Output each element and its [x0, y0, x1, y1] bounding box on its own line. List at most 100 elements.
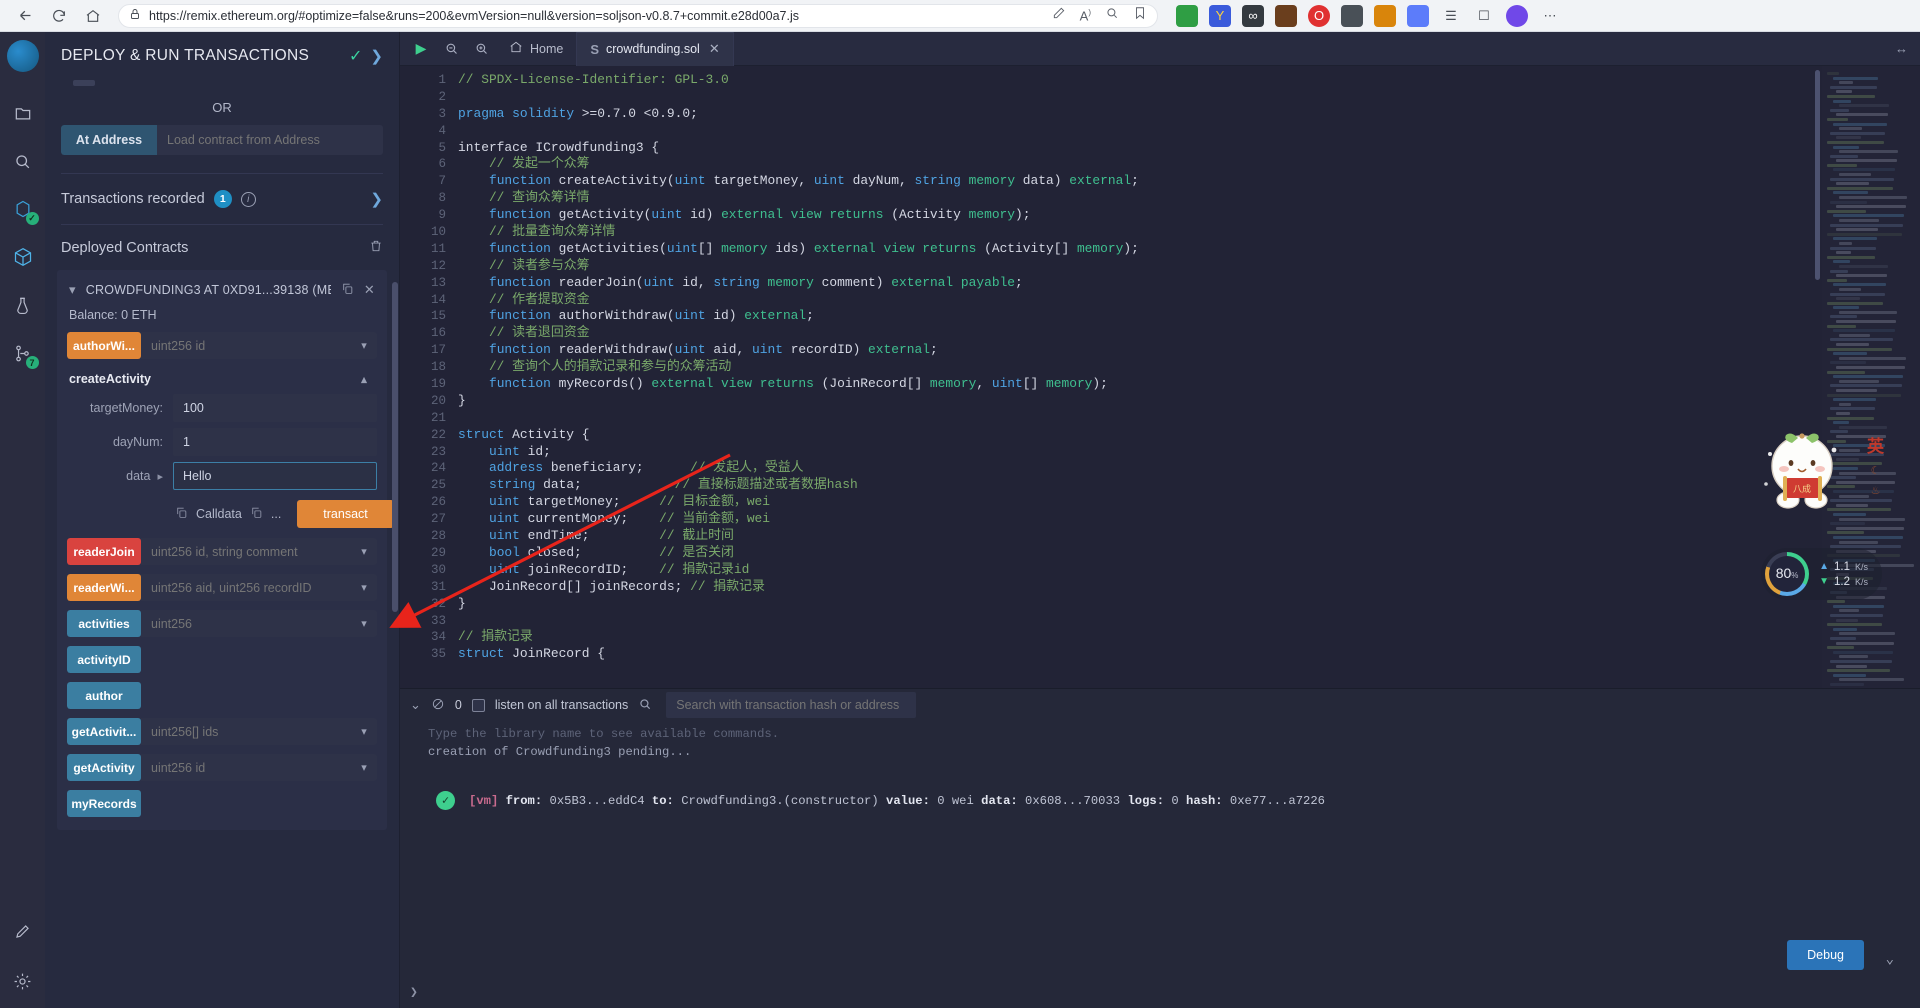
transaction-log-row[interactable]: ✓ [vm] from: 0x5B3...eddC4 to: Crowdfund… — [428, 791, 1920, 810]
copy-icon[interactable] — [341, 282, 354, 298]
code-line[interactable]: pragma solidity >=0.7.0 <0.9.0; — [458, 106, 1920, 123]
function-input-getactivity[interactable] — [141, 754, 351, 781]
function-button-myrecords[interactable]: myRecords — [67, 790, 141, 817]
code-line[interactable]: function getActivities(uint[] memory ids… — [458, 241, 1920, 258]
tab-home[interactable]: Home — [496, 32, 576, 66]
code-line[interactable]: // 读者参与众筹 — [458, 258, 1920, 275]
function-button-getactivities[interactable]: getActivit... — [67, 718, 141, 745]
solidity-compiler-icon[interactable]: ✓ — [10, 196, 39, 225]
function-button-author[interactable]: author — [67, 682, 141, 709]
deploy-run-icon[interactable] — [10, 244, 36, 270]
code-line[interactable]: function readerWithdraw(uint aid, uint r… — [458, 342, 1920, 359]
code-line[interactable]: bool closed; // 是否关闭 — [458, 545, 1920, 562]
code-line[interactable]: function authorWithdraw(uint id) externa… — [458, 308, 1920, 325]
extension-icon-3[interactable]: ∞ — [1242, 4, 1264, 27]
function-input-activities[interactable] — [141, 610, 351, 637]
back-arrow-icon[interactable] — [10, 3, 40, 29]
field-input-data[interactable] — [173, 462, 377, 490]
extension-icon-2[interactable]: Y — [1209, 4, 1231, 27]
code-line[interactable]: struct Activity { — [458, 427, 1920, 444]
zoom-icon[interactable] — [1105, 6, 1119, 25]
at-address-button[interactable]: At Address — [61, 125, 157, 155]
chevron-right-icon[interactable]: ❯ — [370, 190, 383, 208]
chevron-right-icon[interactable]: ❯ — [370, 47, 383, 65]
extension-icon-7[interactable] — [1374, 4, 1396, 27]
chevron-down-icon[interactable]: ▾ — [351, 610, 377, 637]
code-editor[interactable]: 1 2 3 4 5 6 7 8 9 10 11 12 13 14 15 16 17 18 19 20 21 22 23 24 2… — [400, 66, 1920, 688]
function-button-readerjoin[interactable]: readerJoin — [67, 538, 141, 565]
favorite-icon[interactable] — [1133, 6, 1147, 25]
code-line[interactable]: // 批量查询众筹详情 — [458, 224, 1920, 241]
code-line[interactable] — [458, 123, 1920, 140]
zoom-in-icon[interactable] — [466, 34, 496, 64]
code-line[interactable]: function getActivity(uint id) external v… — [458, 207, 1920, 224]
field-input-targetmoney[interactable] — [173, 394, 377, 422]
load-contract-address-input[interactable] — [157, 125, 383, 155]
code-line[interactable]: interface ICrowdfunding3 { — [458, 140, 1920, 157]
code-line[interactable]: // 发起一个众筹 — [458, 156, 1920, 173]
listen-all-transactions-checkbox[interactable] — [471, 698, 485, 712]
transactions-recorded-row[interactable]: Transactions recorded 1 i ❯ — [45, 174, 399, 224]
code-line[interactable]: address beneficiary; // 发起人，受益人 — [458, 460, 1920, 477]
ime-indicator[interactable]: 英 ☾ ♨ — [1867, 432, 1884, 497]
editor-scrollbar[interactable] — [1815, 70, 1820, 280]
chevron-down-icon[interactable]: ▾ — [351, 332, 377, 359]
extension-icon-5[interactable]: O — [1308, 4, 1330, 27]
info-icon[interactable]: i — [240, 191, 256, 207]
function-input-readerwithdraw[interactable] — [141, 574, 351, 601]
check-icon[interactable]: ✓ — [349, 46, 362, 66]
extension-icon-1[interactable] — [1176, 4, 1198, 27]
chevron-down-icon[interactable]: ▾ — [351, 538, 377, 565]
code-line[interactable]: // 查询众筹详情 — [458, 190, 1920, 207]
code-line[interactable]: struct JoinRecord { — [458, 646, 1920, 663]
copy-parameters-icon[interactable] — [250, 506, 263, 522]
close-icon[interactable]: ✕ — [709, 41, 720, 57]
git-icon[interactable]: 7 — [10, 340, 39, 369]
favorites-bar-icon[interactable]: ☐ — [1473, 5, 1495, 27]
code-line[interactable]: // 查询个人的捐款记录和参与的众筹活动 — [458, 359, 1920, 376]
search-icon[interactable] — [10, 148, 36, 174]
function-button-activityid[interactable]: activityID — [67, 646, 141, 673]
settings-icon[interactable] — [10, 968, 36, 994]
expand-icon[interactable]: ↔ — [1895, 41, 1920, 56]
chevron-down-icon[interactable]: ▾ — [351, 754, 377, 781]
play-icon[interactable]: ▶ — [406, 34, 436, 64]
search-icon[interactable] — [638, 697, 652, 714]
code-line[interactable] — [458, 410, 1920, 427]
code-line[interactable]: } — [458, 596, 1920, 613]
code-line[interactable]: function createActivity(uint targetMoney… — [458, 173, 1920, 190]
network-speed-widget[interactable]: 80% ▲ 1.1 K/s ▼ 1.2 K/s — [1761, 548, 1882, 600]
remix-logo[interactable] — [6, 40, 39, 72]
extension-icon-6[interactable] — [1341, 4, 1363, 27]
code-line[interactable]: uint targetMoney; // 目标金额，wei — [458, 494, 1920, 511]
chevron-down-icon[interactable]: ⌄ — [1886, 951, 1894, 968]
extension-icon-4[interactable] — [1275, 4, 1297, 27]
chevron-down-icon[interactable]: ⌄ — [410, 697, 421, 713]
function-input-readerjoin[interactable] — [141, 538, 351, 565]
avatar[interactable] — [1506, 4, 1528, 27]
panel-scrollbar[interactable] — [392, 282, 398, 612]
close-icon[interactable]: ✕ — [364, 282, 375, 298]
code-line[interactable]: // 读者退回资金 — [458, 325, 1920, 342]
code-line[interactable]: uint id; — [458, 444, 1920, 461]
function-button-activities[interactable]: activities — [67, 610, 141, 637]
function-input-authorwithdraw[interactable] — [141, 332, 351, 359]
tab-crowdfunding-sol[interactable]: S crowdfunding.sol ✕ — [576, 31, 734, 66]
create-activity-header[interactable]: createActivity ▴ — [57, 368, 387, 394]
code-content[interactable]: // SPDX-License-Identifier: GPL-3.0 prag… — [458, 66, 1920, 688]
function-button-readerwithdraw[interactable]: readerWi... — [67, 574, 141, 601]
code-line[interactable]: uint currentMoney; // 当前金额，wei — [458, 511, 1920, 528]
chevron-up-icon[interactable]: ▴ — [353, 373, 375, 386]
contract-title-row[interactable]: ▾ CROWDFUNDING3 AT 0XD91...39138 (MEMO ✕ — [57, 278, 387, 304]
chevron-down-icon[interactable]: ▾ — [69, 282, 76, 298]
address-bar[interactable]: https://remix.ethereum.org/#optimize=fal… — [118, 3, 1158, 28]
function-button-authorwithdraw[interactable]: authorWi... — [67, 332, 141, 359]
code-line[interactable]: } — [458, 393, 1920, 410]
read-aloud-icon[interactable]: A) — [1080, 8, 1091, 23]
reload-icon[interactable] — [44, 3, 74, 29]
plugin-manager-icon[interactable] — [10, 918, 36, 944]
code-line[interactable]: uint endTime; // 截止时间 — [458, 528, 1920, 545]
code-line[interactable] — [458, 89, 1920, 106]
no-entry-icon[interactable] — [431, 697, 445, 714]
code-line[interactable]: // SPDX-License-Identifier: GPL-3.0 — [458, 72, 1920, 89]
